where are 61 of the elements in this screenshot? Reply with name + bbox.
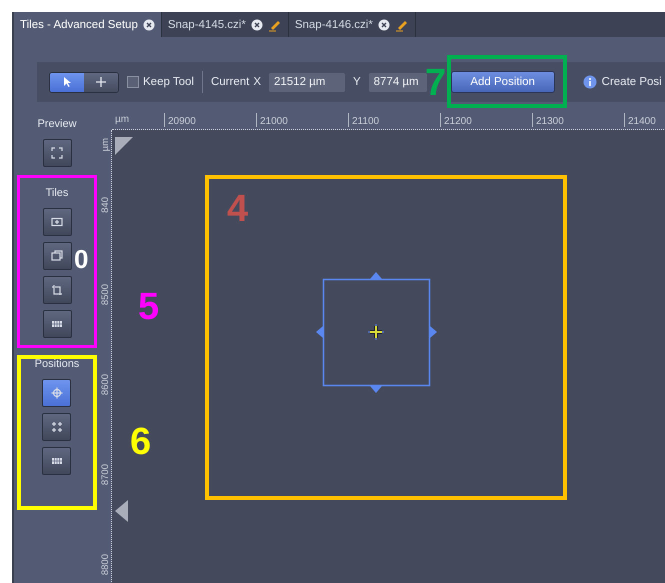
create-positions-text: Create Posi — [602, 76, 662, 88]
crop-icon — [51, 284, 63, 296]
corner-marker-icon — [115, 137, 133, 155]
y-label: Y — [352, 76, 361, 88]
annotation-number: 6 — [130, 423, 152, 461]
fullscreen-icon — [51, 147, 63, 159]
ruler-label: 21200 — [444, 116, 472, 127]
ruler-label: 8600 — [100, 374, 110, 396]
position-marker-icon — [115, 500, 128, 522]
tool-toggle[interactable] — [49, 72, 119, 92]
annotation-number: 7 — [425, 64, 446, 102]
ruler-label: 8500 — [100, 284, 110, 306]
tool-button[interactable] — [42, 276, 72, 304]
ruler-unit: µm — [100, 138, 110, 152]
keep-tool-label: Keep Tool — [143, 76, 194, 88]
ruler-label: 8800 — [100, 554, 110, 576]
y-field[interactable]: 8774 µm — [368, 72, 427, 92]
section-title: Preview — [37, 118, 77, 130]
tool-button[interactable] — [50, 72, 84, 92]
plus-icon — [95, 76, 107, 88]
ruler-label: 21400 — [628, 116, 656, 127]
ruler-unit: µm — [115, 114, 130, 125]
section-title: Positions — [34, 358, 80, 370]
tool-button[interactable] — [84, 72, 118, 92]
checkbox[interactable] — [127, 76, 139, 88]
tool-button[interactable] — [42, 310, 72, 338]
tab-label: Snap-4146.czi* — [294, 18, 373, 30]
tool-button[interactable] — [42, 242, 72, 270]
close-icon — [250, 18, 263, 30]
tool-button[interactable] — [42, 139, 72, 167]
info-icon — [582, 75, 597, 89]
grid-icon — [50, 455, 63, 467]
add-tile-icon — [51, 216, 63, 228]
add-position-button[interactable]: Add Position — [450, 71, 555, 93]
x-label: X — [253, 76, 261, 88]
tool-button[interactable] — [42, 413, 72, 441]
current-label: Current — [210, 76, 250, 88]
tool-button[interactable] — [42, 379, 72, 407]
pointer-icon — [61, 76, 73, 88]
annotation-number: 5 — [138, 288, 160, 326]
grid-icon — [51, 318, 63, 330]
ruler-label: 840 — [100, 197, 110, 213]
close-icon — [142, 18, 155, 30]
annotation-number: 4 — [227, 190, 248, 228]
document-tab[interactable]: Tiles - Advanced Setup — [14, 12, 162, 37]
target-icon — [50, 387, 63, 399]
annotation-number: 0 — [74, 246, 88, 272]
ruler-label: 20900 — [168, 116, 196, 127]
ruler-label: 21000 — [260, 116, 288, 127]
close-icon — [378, 18, 390, 30]
x-field[interactable]: 21512 µm — [268, 72, 345, 92]
tool-button[interactable] — [42, 447, 72, 475]
section-title: Tiles — [46, 187, 68, 199]
tab-label: Tiles - Advanced Setup — [20, 18, 138, 30]
tile-region-icon — [51, 250, 63, 262]
ruler-label: 21100 — [352, 116, 380, 127]
multi-point-icon — [50, 421, 63, 433]
tool-button[interactable] — [42, 208, 72, 236]
ruler-label: 8700 — [100, 464, 110, 486]
ruler-label: 21300 — [536, 116, 564, 127]
tab-label: Snap-4145.czi* — [168, 18, 246, 30]
